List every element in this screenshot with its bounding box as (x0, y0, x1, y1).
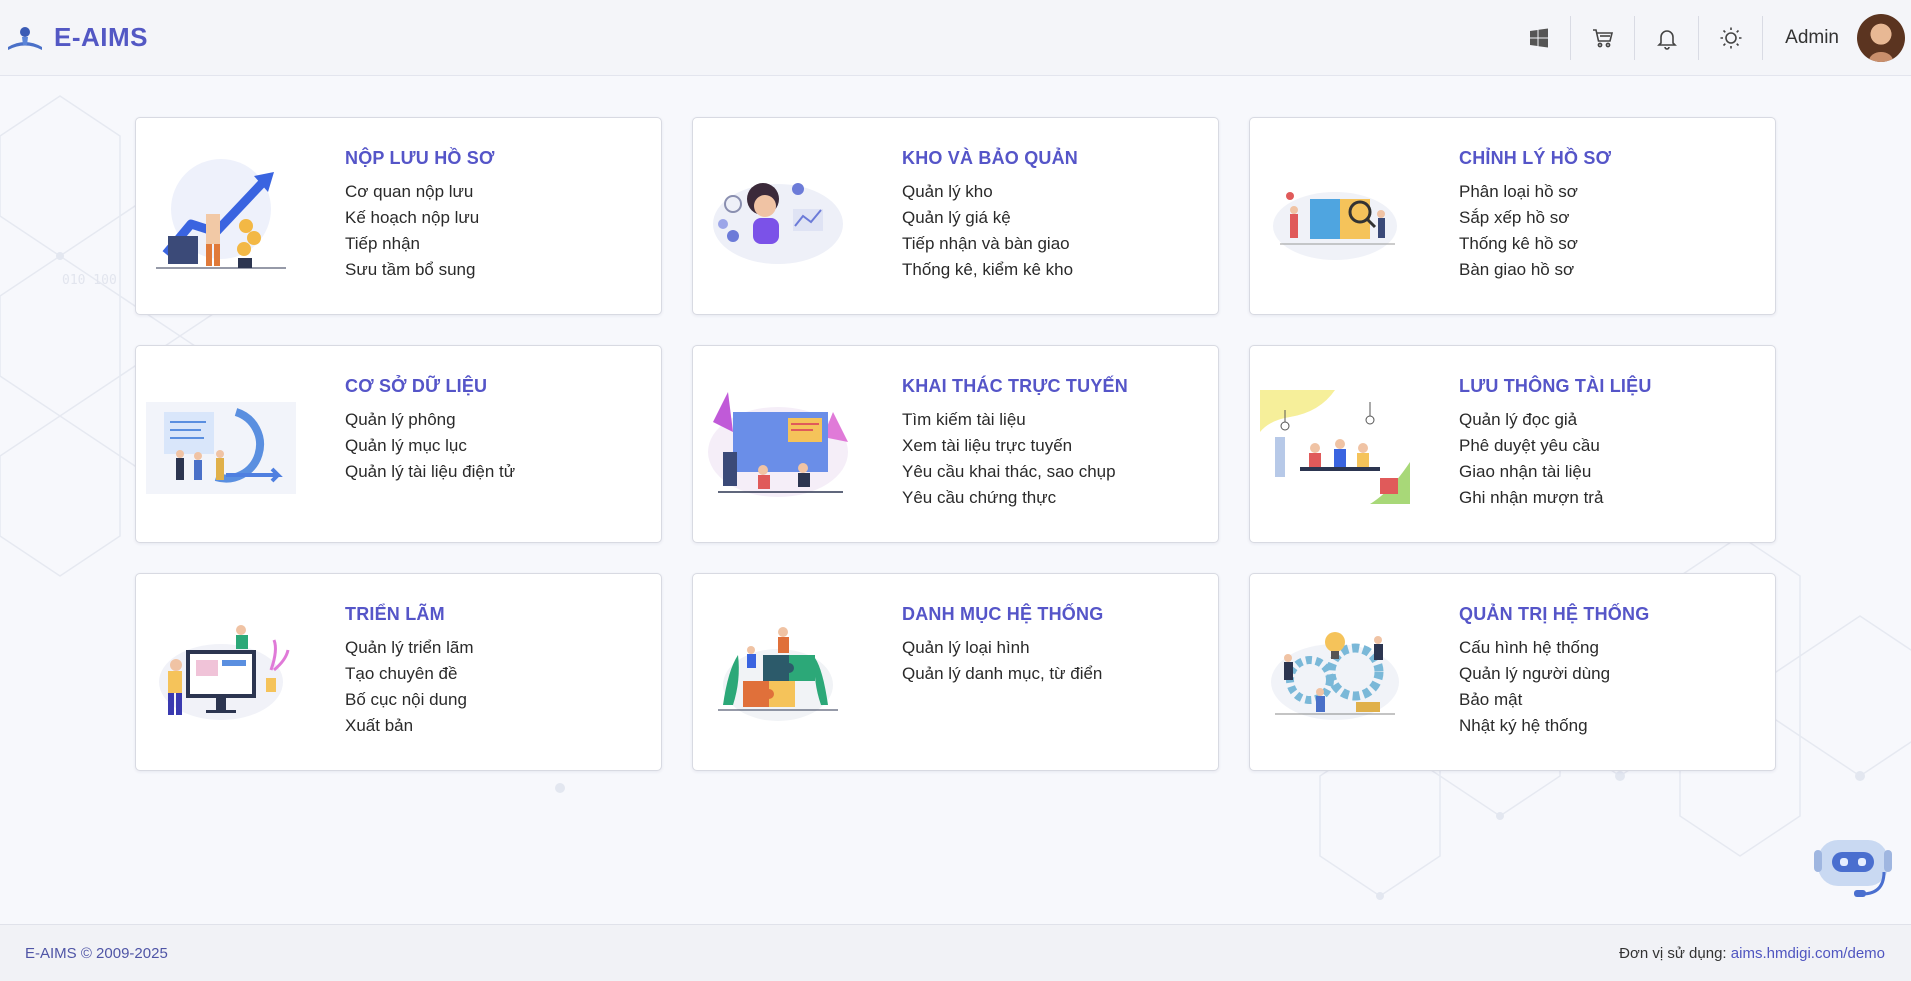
card-link[interactable]: Bàn giao hồ sơ (1459, 257, 1611, 283)
card-title[interactable]: KHO VÀ BẢO QUẢN (902, 148, 1078, 169)
card-link[interactable]: Quản lý đọc giả (1459, 407, 1652, 433)
user-name[interactable]: Admin (1785, 27, 1839, 49)
card-link[interactable]: Quản lý phông (345, 407, 515, 433)
module-card-quan-tri[interactable]: QUẢN TRỊ HỆ THỐNG Cấu hình hệ thống Quản… (1249, 573, 1776, 771)
module-card-khai-thac[interactable]: KHAI THÁC TRỰC TUYẾN Tìm kiếm tài liệu X… (692, 345, 1219, 543)
card-link[interactable]: Tìm kiếm tài liệu (902, 407, 1128, 433)
card-link[interactable]: Tiếp nhận và bàn giao (902, 231, 1078, 257)
card-link[interactable]: Cơ quan nộp lưu (345, 179, 495, 205)
card-link[interactable]: Bố cục nội dung (345, 687, 474, 713)
card-link[interactable]: Sưu tầm bổ sung (345, 257, 495, 283)
module-card-danh-muc[interactable]: DANH MỤC HỆ THỐNG Quản lý loại hình Quản… (692, 573, 1219, 771)
card-title[interactable]: DANH MỤC HỆ THỐNG (902, 604, 1103, 625)
card-title[interactable]: KHAI THÁC TRỰC TUYẾN (902, 376, 1128, 397)
online-access-illustration (708, 392, 848, 497)
card-link[interactable]: Phân loại hồ sơ (1459, 179, 1611, 205)
card-link[interactable]: Nhật ký hệ thống (1459, 713, 1649, 739)
app-name: E-AIMS (54, 22, 148, 52)
bell-icon[interactable] (1635, 15, 1700, 60)
card-link[interactable]: Xem tài liệu trực tuyến (902, 433, 1128, 459)
card-link[interactable]: Quản lý người dùng (1459, 661, 1649, 687)
usage-info: Đơn vị sử dụng: aims.hmdigi.com/demo (1619, 945, 1885, 962)
card-link[interactable]: Thống kê, kiểm kê kho (902, 257, 1078, 283)
card-title[interactable]: TRIỂN LÃM (345, 604, 474, 625)
logo-icon (8, 26, 42, 50)
windows-icon[interactable] (1507, 15, 1572, 60)
card-link[interactable]: Quản lý giá kệ (902, 205, 1078, 231)
card-link[interactable]: Bảo mật (1459, 687, 1649, 713)
app-logo[interactable]: E-AIMS (6, 22, 148, 53)
card-link[interactable]: Yêu cầu chứng thực (902, 485, 1128, 511)
module-card-trien-lam[interactable]: TRIỂN LÃM Quản lý triển lãm Tạo chuyên đ… (135, 573, 662, 771)
svg-text:010 100: 010 100 (62, 273, 117, 288)
footer: E-AIMS © 2009-2025 Đơn vị sử dụng: aims.… (0, 924, 1911, 981)
card-link[interactable]: Phê duyệt yêu cầu (1459, 433, 1652, 459)
card-link[interactable]: Quản lý kho (902, 179, 1078, 205)
record-arrangement-illustration (1273, 192, 1397, 260)
module-card-nop-luu[interactable]: NỘP LƯU HỒ SƠ Cơ quan nộp lưu Kế hoạch n… (135, 117, 662, 315)
card-link[interactable]: Tạo chuyên đề (345, 661, 474, 687)
card-link[interactable]: Ghi nhận mượn trả (1459, 485, 1652, 511)
copyright: E-AIMS © 2009-2025 (25, 944, 168, 962)
card-link[interactable]: Thống kê hồ sơ (1459, 231, 1611, 257)
card-link[interactable]: Sắp xếp hồ sơ (1459, 205, 1611, 231)
card-link[interactable]: Quản lý triển lãm (345, 635, 474, 661)
sun-icon[interactable] (1699, 15, 1764, 60)
card-link[interactable]: Quản lý mục lục (345, 433, 515, 459)
card-link[interactable]: Quản lý loại hình (902, 635, 1103, 661)
card-link[interactable]: Cấu hình hệ thống (1459, 635, 1649, 661)
document-circulation-illustration (1260, 390, 1410, 504)
usage-label: Đơn vị sử dụng: (1619, 944, 1727, 962)
module-card-chinh-ly[interactable]: CHỈNH LÝ HỒ SƠ Phân loại hồ sơ Sắp xếp h… (1249, 117, 1776, 315)
card-title[interactable]: CƠ SỞ DỮ LIỆU (345, 376, 515, 397)
card-link[interactable]: Tiếp nhận (345, 231, 495, 257)
card-link[interactable]: Quản lý danh mục, từ điển (902, 661, 1103, 687)
card-link[interactable]: Giao nhận tài liệu (1459, 459, 1652, 485)
module-card-luu-thong[interactable]: LƯU THÔNG TÀI LIỆU Quản lý đọc giả Phê d… (1249, 345, 1776, 543)
warehouse-illustration (713, 183, 843, 264)
system-admin-illustration (1271, 632, 1399, 720)
chatbot-icon[interactable] (1810, 828, 1896, 900)
module-card-kho[interactable]: KHO VÀ BẢO QUẢN Quản lý kho Quản lý giá … (692, 117, 1219, 315)
exhibition-illustration (159, 625, 290, 720)
puzzle-illustration (718, 627, 838, 721)
card-link[interactable]: Yêu cầu khai thác, sao chụp (902, 459, 1128, 485)
database-illustration (146, 402, 296, 494)
card-title[interactable]: QUẢN TRỊ HỆ THỐNG (1459, 604, 1649, 625)
card-title[interactable]: NỘP LƯU HỒ SƠ (345, 148, 495, 169)
card-link[interactable]: Xuất bản (345, 713, 474, 739)
card-link[interactable]: Kế hoạch nộp lưu (345, 205, 495, 231)
module-card-co-so-du-lieu[interactable]: CƠ SỞ DỮ LIỆU Quản lý phông Quản lý mục … (135, 345, 662, 543)
cart-icon[interactable] (1571, 15, 1636, 60)
avatar[interactable] (1857, 13, 1905, 62)
module-grid: NỘP LƯU HỒ SƠ Cơ quan nộp lưu Kế hoạch n… (135, 117, 1776, 771)
usage-link[interactable]: aims.hmdigi.com/demo (1731, 945, 1885, 962)
card-title[interactable]: CHỈNH LÝ HỒ SƠ (1459, 148, 1611, 169)
card-title[interactable]: LƯU THÔNG TÀI LIỆU (1459, 376, 1652, 397)
card-link[interactable]: Quản lý tài liệu điện tử (345, 459, 515, 485)
archive-submission-illustration (156, 159, 286, 269)
top-header: E-AIMS Admin (0, 0, 1911, 76)
